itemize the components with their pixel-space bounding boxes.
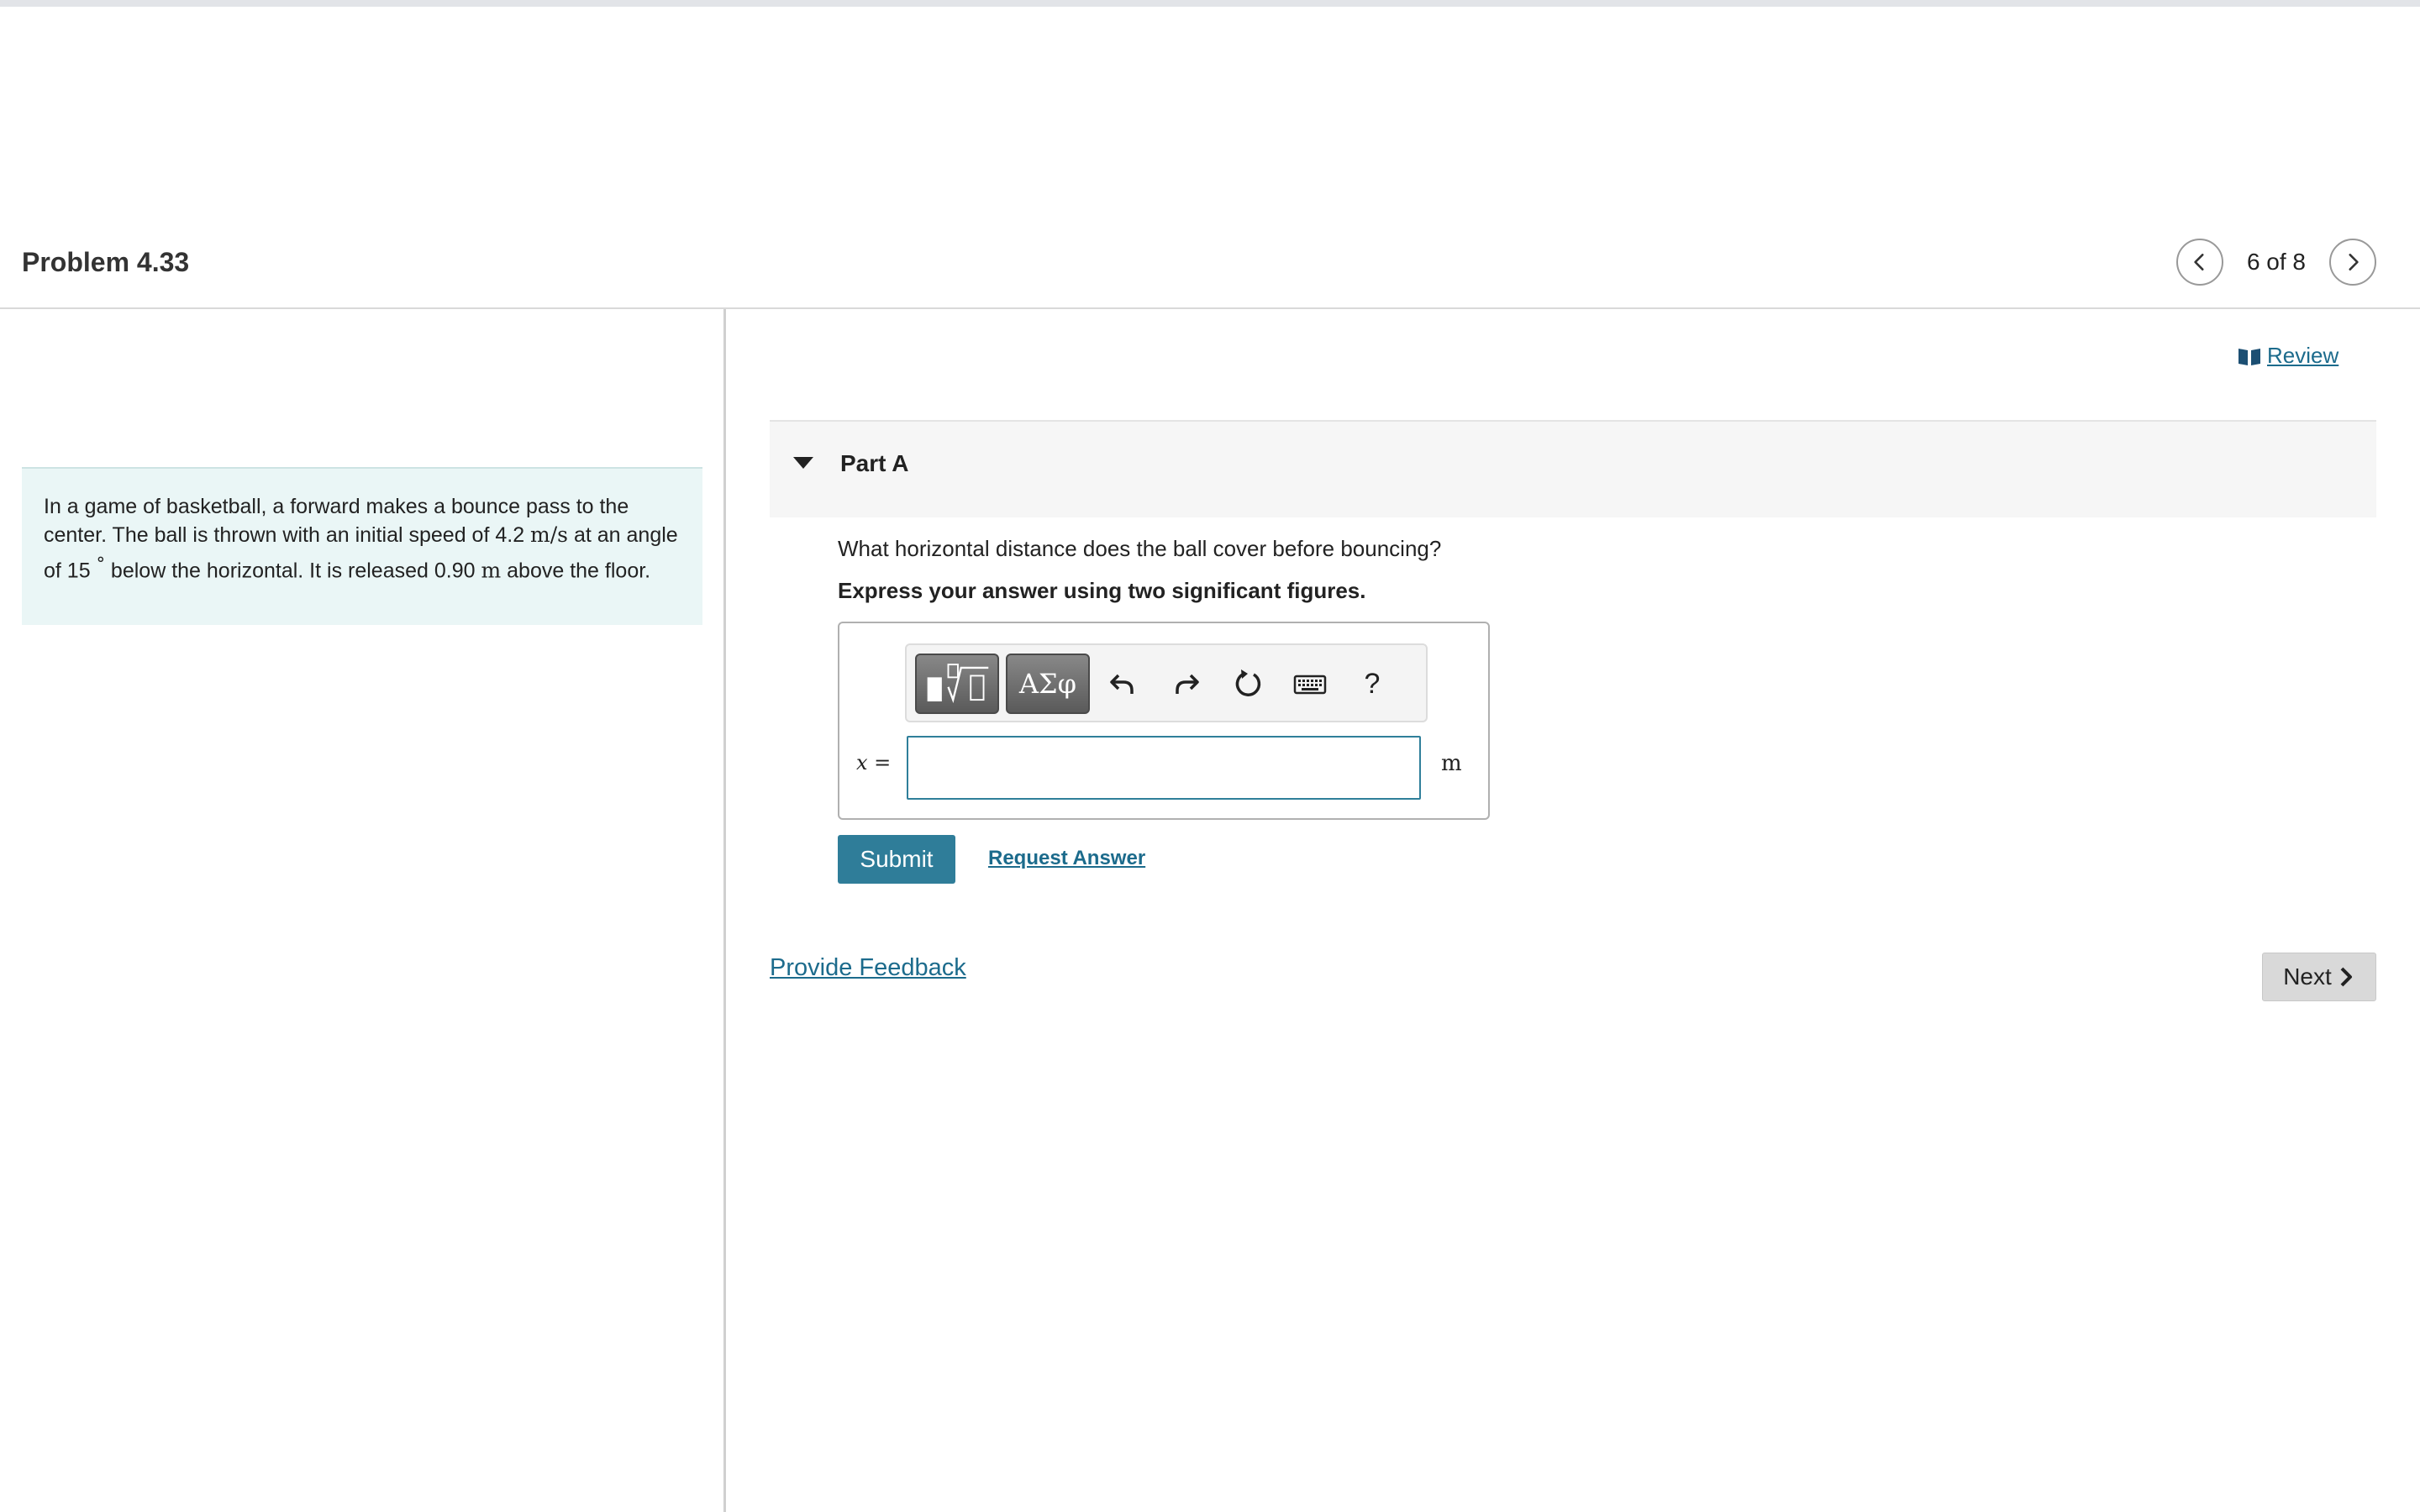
book-icon <box>2238 348 2260 365</box>
column-divider <box>723 309 726 1512</box>
redo-button[interactable] <box>1164 662 1207 706</box>
degree-symbol: ° <box>96 554 105 574</box>
next-problem-button[interactable] <box>2329 239 2376 286</box>
next-label: Next <box>2283 963 2332 990</box>
variable-label: x = <box>856 751 892 774</box>
help-button[interactable]: ? <box>1350 662 1394 706</box>
problem-header <box>0 218 2420 309</box>
part-a-header[interactable]: Part A <box>770 420 2376 517</box>
problem-text-4: above the floor. <box>501 559 651 583</box>
speed-unit: m/s <box>530 522 569 547</box>
chevron-right-icon <box>2340 967 2352 987</box>
review-label: Review <box>2267 343 2339 368</box>
top-bar <box>0 0 2420 7</box>
next-button[interactable]: Next <box>2262 953 2376 1001</box>
height-unit: m <box>481 558 502 583</box>
math-toolbar: ΑΣφ ? <box>905 643 1428 722</box>
previous-problem-button[interactable] <box>2175 239 2223 286</box>
pager: 6 of 8 <box>2175 239 2376 286</box>
templates-button[interactable] <box>915 654 999 714</box>
part-title: Part A <box>840 450 909 476</box>
keyboard-button[interactable] <box>1288 662 1332 706</box>
greek-symbols-button[interactable]: ΑΣφ <box>1006 654 1090 714</box>
chevron-left-icon <box>2194 254 2204 270</box>
problem-title: Problem 4.33 <box>22 247 190 277</box>
unit-label: m <box>1441 751 1462 776</box>
caret-down-icon[interactable] <box>793 457 813 469</box>
undo-button[interactable] <box>1102 662 1145 706</box>
undo-icon <box>1110 674 1134 694</box>
review-link[interactable]: Review <box>2237 343 2338 369</box>
chevron-right-icon <box>2349 254 2359 270</box>
keyboard-icon <box>1293 675 1327 695</box>
problem-text-3: below the horizontal. It is released 0.9… <box>104 559 481 583</box>
page-indicator: 6 of 8 <box>2246 249 2306 275</box>
provide-feedback-link[interactable]: Provide Feedback <box>770 954 966 982</box>
problem-statement: In a game of basketball, a forward makes… <box>22 467 702 625</box>
request-answer-link[interactable]: Request Answer <box>988 847 1145 870</box>
answer-panel: ΑΣφ ? x = m <box>838 622 1490 820</box>
question-text: What horizontal distance does the ball c… <box>838 536 1442 561</box>
reset-icon <box>1235 669 1261 696</box>
instruction-text: Express your answer using two significan… <box>838 578 1366 603</box>
reset-button[interactable] <box>1226 662 1270 706</box>
templates-icon <box>927 664 989 704</box>
redo-icon <box>1176 674 1199 694</box>
answer-input[interactable] <box>907 736 1421 800</box>
submit-button[interactable]: Submit <box>838 835 955 884</box>
